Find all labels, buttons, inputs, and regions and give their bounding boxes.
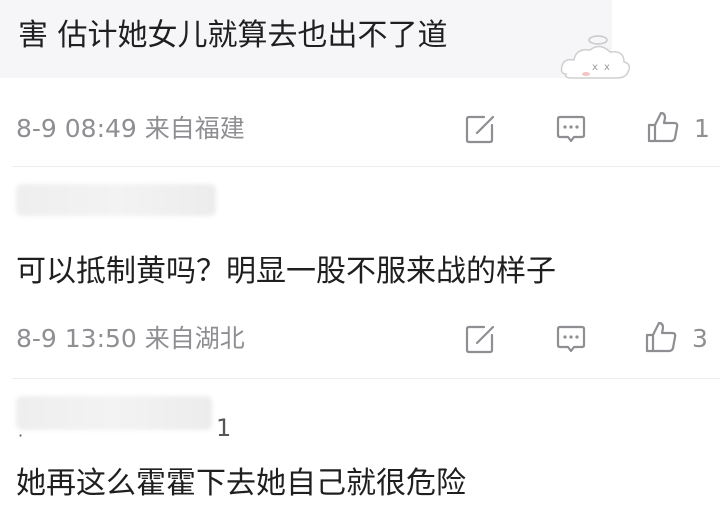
username-redacted xyxy=(16,396,212,430)
svg-text:x: x xyxy=(604,62,610,73)
share-icon[interactable] xyxy=(462,111,498,147)
divider xyxy=(12,166,720,167)
username-mark: · xyxy=(18,426,24,445)
comment-text: 害 估计她女儿就算去也出不了道 xyxy=(18,18,448,53)
comment-meta: 8-9 13:50 来自湖北 xyxy=(16,324,245,353)
comment-icon[interactable] xyxy=(553,111,589,147)
sticker-icon: x x xyxy=(556,30,634,86)
comment-meta: 8-9 08:49 来自福建 xyxy=(16,114,245,143)
svg-text:x: x xyxy=(592,62,598,73)
like-count: 3 xyxy=(692,324,708,353)
like-count: 1 xyxy=(694,114,710,143)
thumbs-up-icon[interactable] xyxy=(645,109,681,145)
username-suffix: 1 xyxy=(216,414,232,442)
comment-text: 她再这么霍霍下去她自己就很危险 xyxy=(16,466,466,501)
share-icon[interactable] xyxy=(462,321,498,357)
username-redacted xyxy=(16,184,216,216)
comment-text: 可以抵制黄吗？明显一股不服来战的样子 xyxy=(16,254,556,289)
thumbs-up-icon[interactable] xyxy=(643,319,679,355)
divider xyxy=(12,378,720,379)
comment-icon[interactable] xyxy=(553,321,589,357)
